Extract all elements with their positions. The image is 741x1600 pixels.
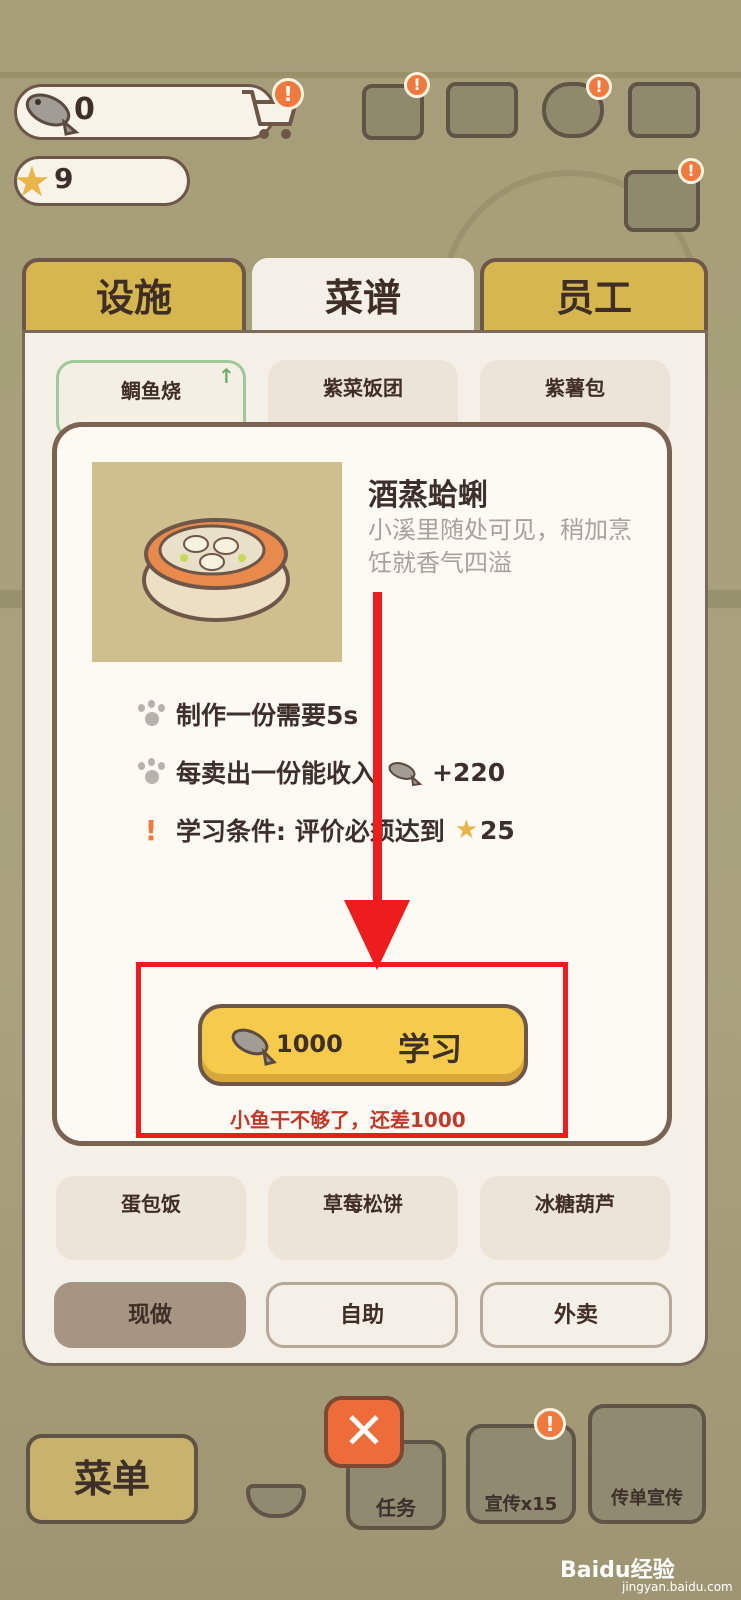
gear-alert-badge: !: [586, 74, 612, 100]
promotion-label: 宣传x15: [484, 1494, 558, 1515]
sort-alert-badge: !: [678, 158, 704, 184]
annotation-highlight-box: [136, 962, 568, 1138]
recipe-card[interactable]: 蛋包饭: [56, 1176, 246, 1260]
dried-fish-icon: [388, 762, 423, 787]
tab-staff[interactable]: 员工: [480, 258, 708, 334]
annotation-arrow-head: [344, 900, 410, 970]
make-time-text: 制作一份需要5s: [176, 701, 359, 730]
cat-book-icon[interactable]: [446, 82, 518, 138]
dish-description: 小溪里随处可见，稍加烹饪就香气四溢: [368, 516, 632, 577]
star-count: 9: [54, 162, 74, 195]
star-icon: ★: [454, 815, 479, 845]
income-value: +220: [432, 757, 506, 787]
upgrade-arrow-icon: ↑: [218, 364, 235, 388]
mode-takeout-button[interactable]: 外卖: [480, 1282, 672, 1348]
mode-made-to-order-button[interactable]: 现做: [54, 1282, 246, 1348]
tab-facilities[interactable]: 设施: [22, 258, 246, 334]
requirement-value: 25: [480, 815, 515, 845]
fish-count: 0: [74, 92, 95, 127]
exclamation-icon: !: [144, 813, 158, 847]
tab-recipes[interactable]: 菜谱: [252, 258, 474, 334]
flyer-label: 传单宣传: [611, 1488, 683, 1509]
dish-name: 酒蒸蛤蜊: [368, 478, 488, 513]
requirement-row: ! 学习条件: 评价必须达到 ★ 25: [136, 812, 515, 848]
income-label: 每卖出一份能收入: [176, 759, 377, 788]
map-icon[interactable]: [628, 82, 700, 138]
promotion-button[interactable]: 宣传x15: [466, 1424, 576, 1524]
annotation-arrow-shaft: [373, 592, 382, 912]
requirement-label: 学习条件: 评价必须达到: [176, 817, 445, 846]
recipe-name: 紫薯包: [545, 376, 605, 400]
cart-alert-badge: !: [272, 78, 304, 110]
recipe-name: 草莓松饼: [323, 1192, 403, 1216]
recipe-name: 蛋包饭: [121, 1192, 181, 1216]
close-button[interactable]: ✕: [324, 1396, 404, 1468]
menu-label: 菜单: [73, 1457, 150, 1501]
income-row: 每卖出一份能收入 +220: [136, 754, 505, 790]
dried-fish-icon: [25, 93, 80, 136]
recipe-card[interactable]: 冰糖葫芦: [480, 1176, 670, 1260]
menu-button[interactable]: 菜单: [26, 1434, 198, 1524]
mode-self-service-button[interactable]: 自助: [266, 1282, 458, 1348]
paw-icon: [136, 700, 166, 728]
recipe-card[interactable]: 草莓松饼: [268, 1176, 458, 1260]
background-beam: [0, 72, 741, 78]
newspaper-alert-badge: !: [404, 72, 430, 98]
paw-icon: [136, 758, 166, 786]
promotion-alert-badge: !: [534, 1408, 566, 1440]
dish-image: [92, 462, 342, 662]
recipe-name: 鲷鱼烧: [121, 379, 181, 403]
flyer-button[interactable]: 传单宣传: [588, 1404, 706, 1524]
star-icon: ★: [13, 157, 51, 206]
clam-dish-icon: [142, 518, 290, 622]
recipe-name: 紫菜饭团: [323, 376, 403, 400]
baidu-watermark-url: jingyan.baidu.com: [622, 1580, 733, 1594]
recipe-name: 冰糖葫芦: [535, 1192, 615, 1216]
make-time-row: 制作一份需要5s: [136, 696, 358, 732]
